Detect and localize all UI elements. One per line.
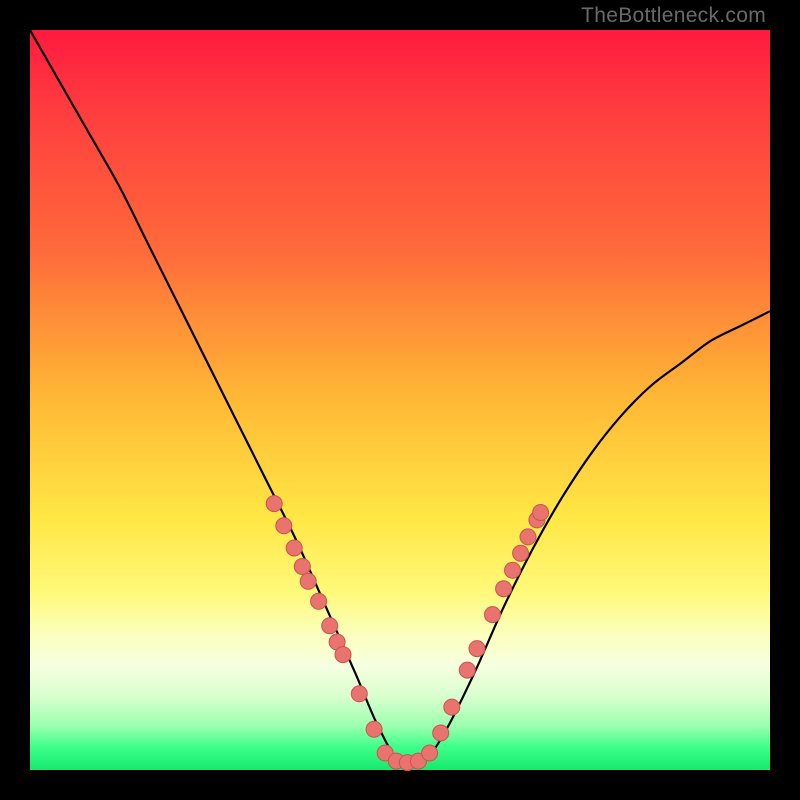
data-marker [294, 559, 310, 575]
data-marker [533, 505, 549, 521]
data-marker [459, 662, 475, 678]
data-markers [266, 496, 548, 771]
data-marker [322, 618, 338, 634]
watermark-text: TheBottleneck.com [581, 4, 766, 28]
data-marker [513, 545, 529, 561]
data-marker [351, 686, 367, 702]
data-marker [311, 593, 327, 609]
bottleneck-curve [30, 30, 770, 767]
plot-area [30, 30, 770, 770]
data-marker [300, 573, 316, 589]
data-marker [496, 581, 512, 597]
data-marker [485, 607, 501, 623]
data-marker [469, 641, 485, 657]
data-marker [276, 518, 292, 534]
data-marker [335, 647, 351, 663]
chart-frame: TheBottleneck.com [0, 0, 800, 800]
data-marker [520, 529, 536, 545]
data-marker [505, 562, 521, 578]
curve-svg [30, 30, 770, 770]
data-marker [286, 540, 302, 556]
data-marker [444, 699, 460, 715]
data-marker [366, 721, 382, 737]
data-marker [422, 745, 438, 761]
data-marker [433, 725, 449, 741]
data-marker [266, 496, 282, 512]
